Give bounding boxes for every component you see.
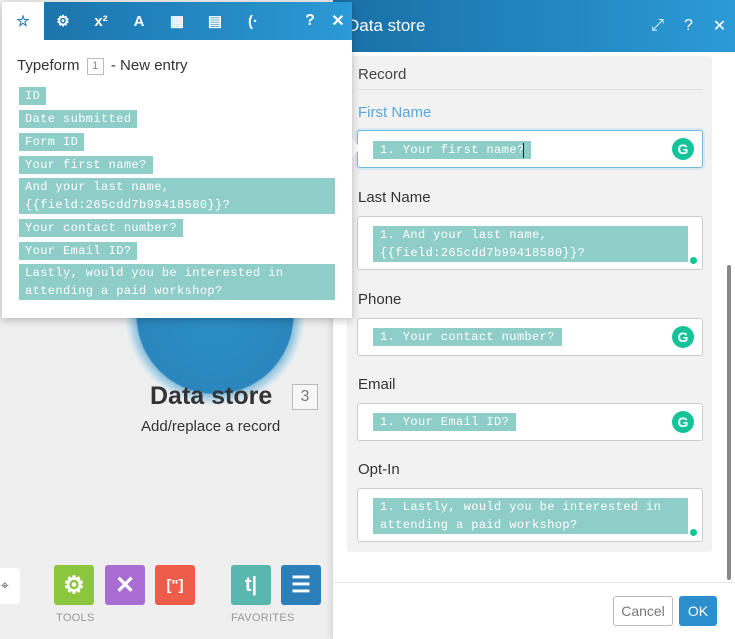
custom-function-icon[interactable]: (· bbox=[234, 2, 272, 40]
data-store-favorite-icon[interactable]: ☰ bbox=[281, 565, 321, 605]
panel-title: Data store bbox=[347, 16, 426, 35]
phone-field[interactable]: 1. Your contact number? G bbox=[357, 318, 703, 356]
mapping-item[interactable]: ID bbox=[19, 87, 47, 105]
text-icon[interactable]: A bbox=[120, 2, 158, 40]
last-name-field[interactable]: 1. And your last name, {{field:265cdd7b9… bbox=[357, 216, 703, 270]
field-label-first-name: First Name bbox=[358, 104, 432, 121]
module-title: Data store bbox=[150, 382, 273, 410]
field-label-email: Email bbox=[358, 376, 396, 393]
opt-in-field[interactable]: 1. Lastly, would you be interested in at… bbox=[357, 488, 703, 542]
text-parser-icon[interactable]: t| bbox=[231, 565, 271, 605]
grammarly-dot-icon bbox=[690, 529, 697, 536]
module-number-badge: 3 bbox=[292, 384, 318, 410]
source-badge: 1 bbox=[86, 58, 104, 75]
help-icon[interactable]: ? bbox=[296, 12, 324, 30]
field-label-last-name: Last Name bbox=[358, 189, 431, 206]
record-section: Record First Name 1. Your first name? G … bbox=[347, 56, 712, 552]
calendar-icon[interactable]: ▦ bbox=[158, 2, 196, 40]
mapping-item[interactable]: Lastly, would you be interested in atten… bbox=[19, 264, 335, 300]
grammarly-icon[interactable]: G bbox=[672, 411, 694, 433]
mapping-item[interactable]: Date submitted bbox=[19, 110, 138, 128]
mapping-item[interactable]: Your contact number? bbox=[19, 219, 184, 237]
cancel-button[interactable]: Cancel bbox=[613, 596, 673, 626]
panel-scrollbar[interactable] bbox=[727, 265, 731, 580]
grammarly-dot-icon bbox=[690, 257, 697, 264]
mapping-item[interactable]: And your last name, {{field:265cdd7b9941… bbox=[19, 178, 335, 214]
email-field[interactable]: 1. Your Email ID? G bbox=[357, 403, 703, 441]
panel-footer: Cancel OK bbox=[333, 582, 735, 639]
module-subtitle: Add/replace a record bbox=[141, 418, 281, 435]
first-name-field[interactable]: 1. Your first name? G bbox=[357, 130, 703, 168]
pointer-tool-icon[interactable]: ⌖ bbox=[0, 568, 20, 604]
wrench-tool-icon[interactable]: ✕ bbox=[105, 565, 145, 605]
close-icon[interactable]: ✕ bbox=[324, 11, 352, 31]
divider bbox=[357, 89, 703, 90]
math-icon[interactable]: x² bbox=[82, 2, 120, 40]
mapping-item[interactable]: Your Email ID? bbox=[19, 242, 138, 260]
source-name: Typeform bbox=[17, 57, 80, 74]
close-icon[interactable]: ✕ bbox=[704, 16, 735, 36]
expand-icon[interactable]: ⤢ bbox=[642, 17, 673, 35]
data-store-panel: Data store ⤢ ? ✕ Record First Name 1. Yo… bbox=[333, 0, 735, 639]
mapped-value-pill[interactable]: 1. And your last name, {{field:265cdd7b9… bbox=[373, 226, 688, 262]
field-label-opt-in: Opt-In bbox=[358, 461, 400, 478]
gear-icon[interactable]: ⚙ bbox=[44, 2, 82, 40]
table-icon[interactable]: ▤ bbox=[196, 2, 234, 40]
mapping-item[interactable]: Form ID bbox=[19, 133, 85, 151]
source-module-heading: Typeform 1 - New entry bbox=[17, 57, 188, 75]
popup-pointer bbox=[351, 138, 361, 158]
field-label-phone: Phone bbox=[358, 291, 402, 308]
gear-tool-icon[interactable]: ⚙ bbox=[54, 565, 94, 605]
mapped-value-pill[interactable]: 1. Your contact number? bbox=[373, 328, 562, 346]
mapped-value-pill[interactable]: 1. Lastly, would you be interested in at… bbox=[373, 498, 688, 534]
grammarly-icon[interactable]: G bbox=[672, 326, 694, 348]
help-icon[interactable]: ? bbox=[673, 17, 704, 35]
grammarly-icon[interactable]: G bbox=[672, 138, 694, 160]
source-suffix: - New entry bbox=[110, 57, 188, 74]
star-icon[interactable]: ☆ bbox=[2, 2, 44, 40]
mapping-popup: ☆ ⚙ x² A ▦ ▤ (· ? ✕ Typeform 1 - New ent… bbox=[2, 2, 352, 318]
record-label: Record bbox=[358, 66, 407, 83]
bracket-tool-icon[interactable]: ["] bbox=[155, 565, 195, 605]
favorites-label: FAVORITES bbox=[231, 612, 295, 624]
tools-label: TOOLS bbox=[56, 612, 95, 624]
ok-button[interactable]: OK bbox=[679, 596, 717, 626]
panel-header: Data store ⤢ ? ✕ bbox=[333, 0, 735, 52]
popup-tab-bar: ☆ ⚙ x² A ▦ ▤ (· ? ✕ bbox=[2, 2, 352, 40]
mapped-value-pill[interactable]: 1. Your first name? bbox=[373, 141, 532, 159]
mapped-value-pill[interactable]: 1. Your Email ID? bbox=[373, 413, 517, 431]
text-caret bbox=[523, 143, 524, 158]
mapping-item[interactable]: Your first name? bbox=[19, 156, 153, 174]
